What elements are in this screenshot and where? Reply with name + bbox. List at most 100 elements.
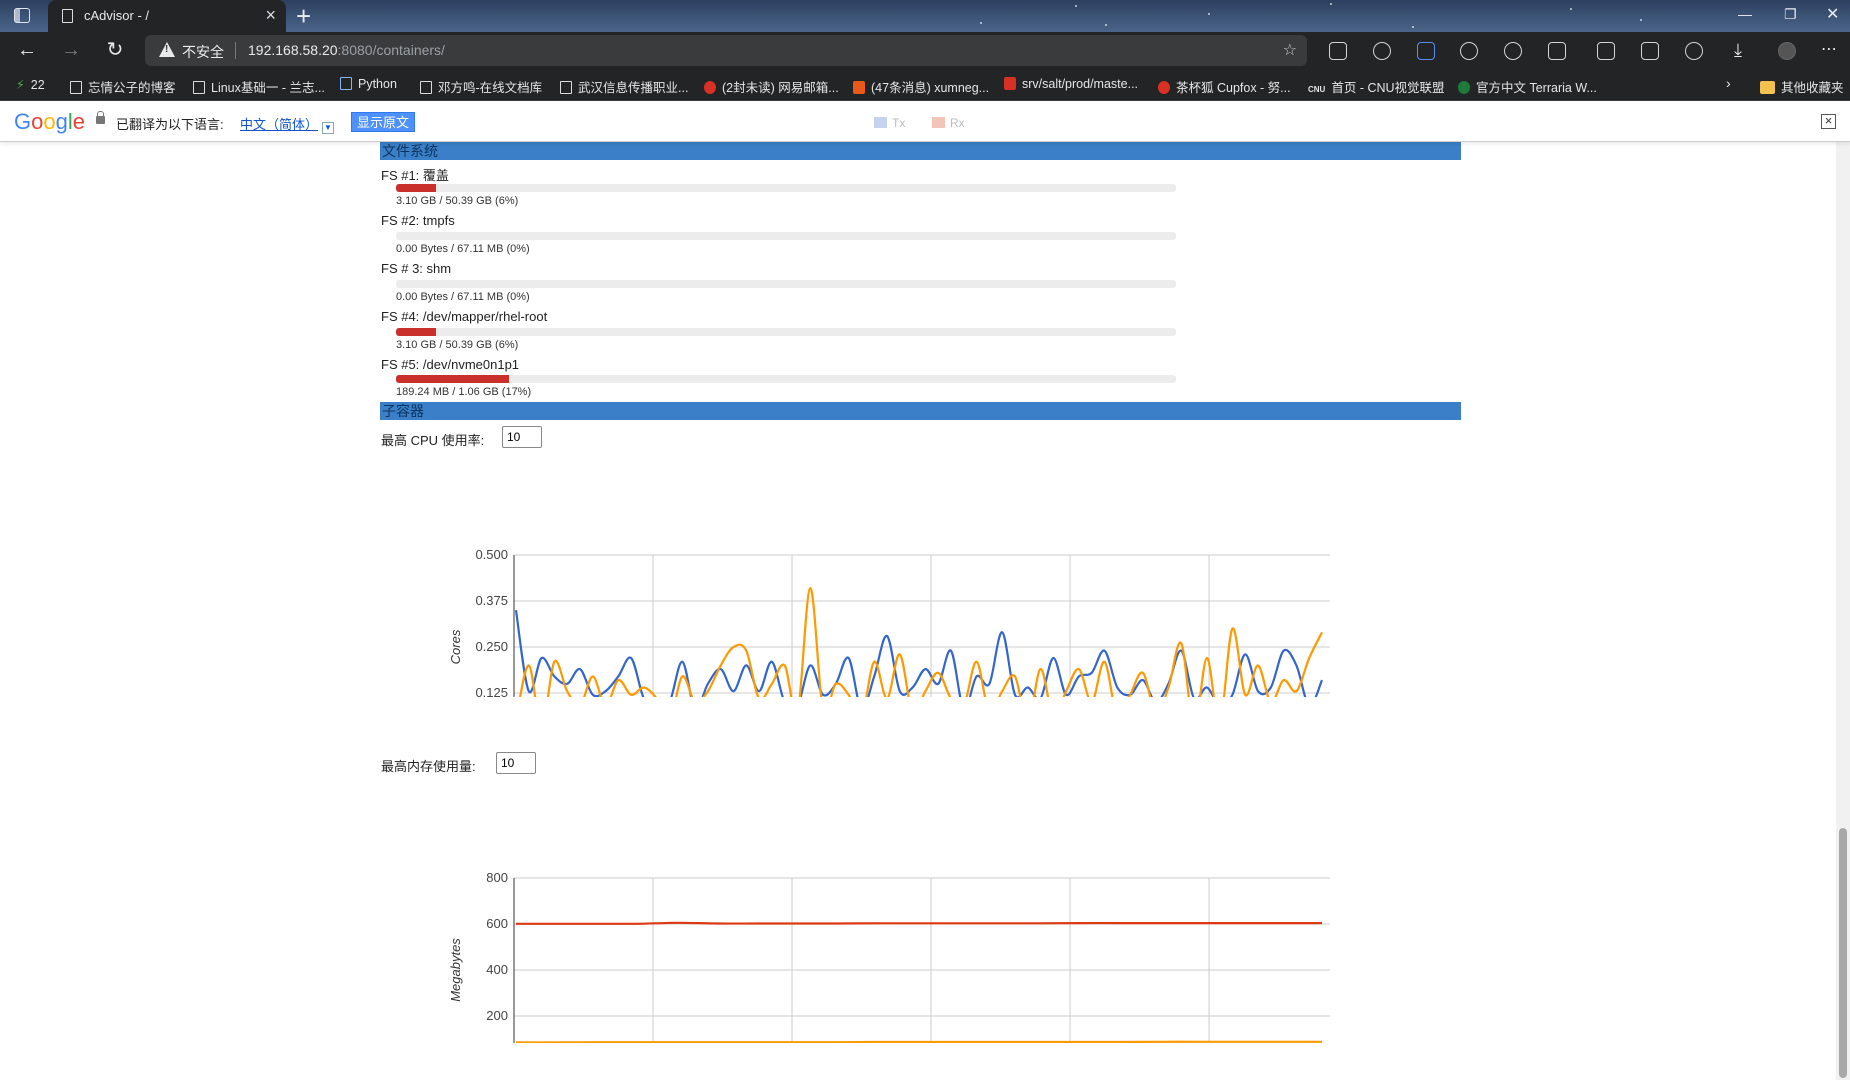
close-window-icon[interactable]: ✕ [1826,4,1839,24]
bookmark-label: Python [358,77,397,91]
series-line-userslice [515,1040,1322,1043]
history-icon[interactable] [1685,42,1703,60]
python-icon [340,77,352,90]
page-icon [62,9,73,23]
bookmark-item[interactable]: 武汉信息传播职业... [560,77,688,96]
bookmarks-overflow-icon[interactable]: › [1726,75,1731,91]
warning-icon [159,42,175,57]
back-icon[interactable]: ← [14,37,40,63]
address-bar[interactable]: 不安全 192.168.58.20:8080/containers/ ☆ [145,35,1307,66]
series-line-userslice [519,586,1323,697]
address-url[interactable]: 192.168.58.20:8080/containers/ [248,42,445,58]
y-tick-label: 0.375 [475,593,508,608]
logo-letter: e [72,109,86,134]
screenshot-icon[interactable] [1417,42,1435,60]
bookmark-item[interactable]: srv/salt/prod/maste... [1004,77,1138,91]
series-line-systemslice [516,921,1322,925]
extension-icon[interactable] [1373,42,1391,60]
fs-usage-bar [396,184,1176,192]
fs-usage-text: 3.10 GB / 50.39 GB (6%) [396,339,519,351]
reading-view-icon[interactable] [1329,42,1347,60]
new-tab-icon[interactable]: + [296,1,311,32]
language-select[interactable]: 中文（简体） ▼ [240,114,335,134]
add-favorite-icon[interactable]: ☆ [1283,40,1297,60]
restore-icon[interactable]: ❐ [1784,6,1797,23]
bookmark-item[interactable]: CNU 首页 - CNU视觉联盟 [1308,77,1445,96]
ghost-legend-rx: Rx [932,116,965,130]
translate-bar: Google 已翻译为以下语言: 中文（简体） ▼ 显示原文 Tx Rx × [0,102,1850,142]
bookmark-item[interactable]: ⚡ 22 [16,77,45,92]
csdn-icon [853,81,865,94]
tab-title: cAdvisor - / [84,8,150,23]
memory-limit-input[interactable] [496,752,536,774]
scrollbar-thumb[interactable] [1839,828,1847,1078]
bookmark-item[interactable]: 官方中文 Terraria W... [1458,77,1597,96]
bookmark-label: 忘情公子的博客 [88,81,176,95]
bookmark-item[interactable]: 茶杯狐 Cupfox - 努... [1158,77,1291,96]
tab-active[interactable]: cAdvisor - / × [48,0,286,32]
avatar[interactable] [1778,42,1796,60]
gitee-icon [1004,77,1016,90]
page-icon [193,81,205,94]
fs-usage-text: 3.10 GB / 50.39 GB (6%) [396,195,519,207]
memory-usage-chart: 800600400200012:00:45 AM12:01:00 AM12:01… [448,870,1330,1043]
bookmark-label: Linux基础一 - 兰志... [211,81,325,95]
cpu-limit-input[interactable] [502,426,542,448]
legend-swatch [932,117,945,128]
extensions-icon[interactable] [1548,42,1566,60]
ghost-tx-label: Tx [892,116,906,130]
tab-actions-menu-icon[interactable] [14,8,30,23]
language-value: 中文（简体） [240,117,319,132]
bookmark-item[interactable]: (47条消息) xumneg... [853,77,989,96]
collections-icon[interactable] [1641,42,1659,60]
bookmark-label: (47条消息) xumneg... [871,81,990,95]
close-tab-icon[interactable]: × [265,5,276,26]
show-original-button[interactable]: 显示原文 [351,112,416,132]
forward-icon[interactable]: → [58,37,84,63]
bookmark-item[interactable]: 邓方鸣-在线文档库 [420,77,542,96]
close-icon[interactable]: × [1821,114,1836,129]
fs-label: FS #4: /dev/mapper/rhel-root [381,309,548,324]
fs-usage-bar [396,375,1176,383]
bookmark-label: 其他收藏夹 [1781,81,1844,95]
bookmark-item[interactable]: Linux基础一 - 兰志... [193,77,325,96]
fs-usage-text: 0.00 Bytes / 67.11 MB (0%) [396,291,530,303]
fs-usage-bar [396,232,1176,240]
bookmark-label: 首页 - CNU视觉联盟 [1331,81,1445,95]
bookmarks-bar: ⚡ 22 忘情公子的博客 Linux基础一 - 兰志... Python 邓方鸣-… [0,69,1850,101]
cupfox-icon [1158,81,1170,94]
cnu-icon: CNU [1308,85,1326,94]
ghost-legend-tx: Tx [874,116,905,130]
url-path: :8080/containers/ [337,42,445,58]
downloads-icon[interactable]: ⤓ [1725,37,1751,63]
bookmark-item[interactable]: (2封未读) 网易邮箱... [704,77,839,96]
y-tick-label: 0.250 [475,639,508,654]
y-tick-label: 200 [486,1008,508,1023]
subcontainers-header: 子容器 [380,402,1461,420]
y-tick-label: 400 [486,962,508,977]
mail-icon [704,81,716,94]
bookmark-label: (2封未读) 网易邮箱... [722,81,839,95]
reload-icon[interactable]: ↻ [102,37,128,63]
page-icon [560,81,572,94]
fs-label: FS #1: 覆盖 [381,168,449,183]
legend-swatch [874,117,887,128]
y-axis-label: Megabytes [448,938,463,1002]
fs-label: FS #5: /dev/nvme0n1p1 [381,357,520,372]
bookmark-item[interactable]: Python [340,77,397,91]
more-menu-icon[interactable]: ⋯ [1816,37,1842,63]
favorites-icon[interactable] [1597,42,1615,60]
extension-icon[interactable] [1460,42,1478,60]
bookmark-item[interactable]: 忘情公子的博客 [70,77,176,96]
fs-usage-text: 189.24 MB / 1.06 GB (17%) [396,386,532,398]
minimize-icon[interactable]: — [1738,6,1752,22]
scrollbar[interactable] [1836,142,1850,1080]
logo-letter: g [55,109,68,134]
other-favorites[interactable]: 其他收藏夹 [1760,77,1844,96]
bookmark-label: 茶杯狐 Cupfox - 努... [1176,81,1291,95]
page-content: 文件系统 FS #1: 覆盖 3.10 GB / 50.39 GB (6%) F… [0,142,1850,1080]
terraria-icon [1458,81,1470,94]
cloud-icon[interactable] [1504,42,1522,60]
y-tick-label: 0.500 [475,547,508,562]
address-separator [235,42,236,59]
